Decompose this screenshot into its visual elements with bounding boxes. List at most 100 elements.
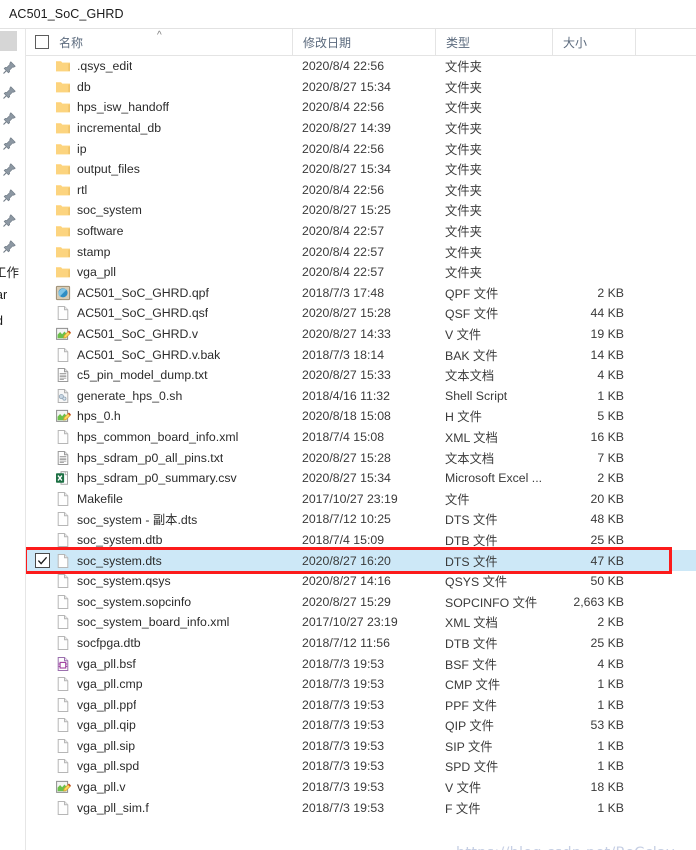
table-row[interactable]: AC501_SoC_GHRD.qsf 2020/8/27 15:28 QSF 文件 4… xyxy=(26,303,696,324)
table-row[interactable]: rtl 2020/8/4 22:56 文件夹 xyxy=(26,180,696,201)
table-row[interactable]: hps_0.h 2020/8/18 15:08 H 文件 5 KB xyxy=(26,406,696,427)
row-checkbox[interactable] xyxy=(35,409,50,424)
file-name-cell[interactable]: soc_system xyxy=(26,202,292,218)
file-name-cell[interactable]: soc_system.qsys xyxy=(26,573,292,589)
row-checkbox[interactable] xyxy=(35,59,50,74)
nav-item-clipped[interactable] xyxy=(0,55,25,81)
table-row[interactable]: hps_sdram_p0_all_pins.txt 2020/8/27 15:28… xyxy=(26,447,696,468)
file-name-cell[interactable]: vga_pll.bsf xyxy=(26,656,292,672)
row-checkbox[interactable] xyxy=(35,285,50,300)
column-header-type[interactable]: 类型 xyxy=(435,29,552,55)
table-row[interactable]: hps_isw_handoff 2020/8/4 22:56 文件夹 xyxy=(26,97,696,118)
table-row[interactable]: vga_pll.spd 2018/7/3 19:53 SPD 文件 1 KB xyxy=(26,756,696,777)
row-checkbox[interactable] xyxy=(35,203,50,218)
table-row[interactable]: vga_pll.bsf 2018/7/3 19:53 BSF 文件 4 KB xyxy=(26,653,696,674)
table-row[interactable]: incremental_db 2020/8/27 14:39 文件夹 xyxy=(26,118,696,139)
row-checkbox[interactable] xyxy=(35,780,50,795)
table-row[interactable]: output_files 2020/8/27 15:34 文件夹 xyxy=(26,159,696,180)
table-row[interactable]: vga_pll 2020/8/4 22:57 文件夹 xyxy=(26,262,696,283)
row-checkbox[interactable] xyxy=(35,429,50,444)
nav-item-clipped[interactable] xyxy=(0,80,25,106)
nav-item-clipped[interactable] xyxy=(0,106,25,132)
table-row[interactable]: vga_pll_sim.f 2018/7/3 19:53 F 文件 1 KB xyxy=(26,797,696,818)
file-name-cell[interactable]: vga_pll.ppf xyxy=(26,697,292,713)
file-name-cell[interactable]: vga_pll.spd xyxy=(26,758,292,774)
file-name-cell[interactable]: ip xyxy=(26,141,292,157)
file-name-cell[interactable]: vga_pll_sim.f xyxy=(26,800,292,816)
table-row[interactable]: AC501_SoC_GHRD.qpf 2018/7/3 17:48 QPF 文件 2 … xyxy=(26,283,696,304)
row-checkbox[interactable] xyxy=(35,738,50,753)
file-name-cell[interactable]: AC501_SoC_GHRD.qsf xyxy=(26,305,292,321)
file-name-cell[interactable]: db xyxy=(26,79,292,95)
file-name-cell[interactable]: soc_system_board_info.xml xyxy=(26,614,292,630)
file-name-cell[interactable]: soc_system.dtb xyxy=(26,532,292,548)
nav-item-clipped[interactable] xyxy=(0,234,25,260)
row-checkbox[interactable] xyxy=(35,182,50,197)
table-row[interactable]: AC501_SoC_GHRD.v.bak 2018/7/3 18:14 BAK 文件… xyxy=(26,344,696,365)
table-row[interactable]: soc_system.dts 2020/8/27 16:20 DTS 文件 47 KB xyxy=(26,550,696,571)
row-checkbox[interactable] xyxy=(35,759,50,774)
row-checkbox[interactable] xyxy=(35,553,50,569)
file-name-cell[interactable]: generate_hps_0.sh xyxy=(26,388,292,404)
table-row[interactable]: vga_pll.sip 2018/7/3 19:53 SIP 文件 1 KB xyxy=(26,736,696,757)
file-name-cell[interactable]: vga_pll.cmp xyxy=(26,676,292,692)
table-row[interactable]: AC501_SoC_GHRD.v 2020/8/27 14:33 V 文件 19 KB xyxy=(26,324,696,345)
row-checkbox[interactable] xyxy=(35,121,50,136)
file-name-cell[interactable]: output_files xyxy=(26,161,292,177)
file-name-cell[interactable]: stamp xyxy=(26,244,292,260)
file-name-cell[interactable]: vga_pll.v xyxy=(26,779,292,795)
row-checkbox[interactable] xyxy=(35,512,50,527)
address-bar[interactable]: AC501_SoC_GHRD xyxy=(0,0,696,29)
column-header-name[interactable]: 名称 ^ xyxy=(26,29,292,55)
row-checkbox[interactable] xyxy=(35,244,50,259)
row-checkbox[interactable] xyxy=(35,368,50,383)
row-checkbox[interactable] xyxy=(35,471,50,486)
file-name-cell[interactable]: hps_common_board_info.xml xyxy=(26,429,292,445)
nav-item-clipped[interactable]: 工作 xyxy=(0,259,25,285)
row-checkbox[interactable] xyxy=(35,224,50,239)
file-name-cell[interactable]: incremental_db xyxy=(26,120,292,136)
nav-item-clipped[interactable] xyxy=(0,157,25,183)
column-header-date-modified[interactable]: 修改日期 xyxy=(292,29,435,55)
table-row[interactable]: soc_system.qsys 2020/8/27 14:16 QSYS 文件 50 … xyxy=(26,571,696,592)
table-row[interactable]: soc_system.dtb 2018/7/4 15:09 DTB 文件 25 KB xyxy=(26,530,696,551)
nav-item-clipped[interactable]: d xyxy=(0,311,25,337)
file-name-cell[interactable]: rtl xyxy=(26,182,292,198)
row-checkbox[interactable] xyxy=(35,265,50,280)
file-name-cell[interactable]: vga_pll.qip xyxy=(26,717,292,733)
row-checkbox[interactable] xyxy=(35,162,50,177)
row-checkbox[interactable] xyxy=(35,79,50,94)
table-row[interactable]: ip 2020/8/4 22:56 文件夹 xyxy=(26,138,696,159)
row-checkbox[interactable] xyxy=(35,388,50,403)
select-all-checkbox[interactable] xyxy=(35,35,49,49)
row-checkbox[interactable] xyxy=(35,574,50,589)
row-checkbox[interactable] xyxy=(35,656,50,671)
row-checkbox[interactable] xyxy=(35,306,50,321)
row-checkbox[interactable] xyxy=(35,491,50,506)
row-checkbox[interactable] xyxy=(35,800,50,815)
file-name-cell[interactable]: AC501_SoC_GHRD.v xyxy=(26,326,292,342)
table-row[interactable]: db 2020/8/27 15:34 文件夹 xyxy=(26,77,696,98)
file-name-cell[interactable]: vga_pll.sip xyxy=(26,738,292,754)
nav-item-clipped[interactable] xyxy=(0,131,25,157)
table-row[interactable]: vga_pll.v 2018/7/3 19:53 V 文件 18 KB xyxy=(26,777,696,798)
table-row[interactable]: software 2020/8/4 22:57 文件夹 xyxy=(26,221,696,242)
row-checkbox[interactable] xyxy=(35,697,50,712)
table-row[interactable]: c5_pin_model_dump.txt 2020/8/27 15:33 文本文档… xyxy=(26,365,696,386)
row-checkbox[interactable] xyxy=(35,141,50,156)
table-row[interactable]: generate_hps_0.sh 2018/4/16 11:32 Shell Sc… xyxy=(26,386,696,407)
table-row[interactable]: socfpga.dtb 2018/7/12 11:56 DTB 文件 25 KB xyxy=(26,633,696,654)
row-checkbox[interactable] xyxy=(35,327,50,342)
file-name-cell[interactable]: hps_sdram_p0_all_pins.txt xyxy=(26,450,292,466)
table-row[interactable]: stamp 2020/8/4 22:57 文件夹 xyxy=(26,241,696,262)
file-name-cell[interactable]: c5_pin_model_dump.txt xyxy=(26,367,292,383)
file-name-cell[interactable]: Makefile xyxy=(26,491,292,507)
table-row[interactable]: soc_system_board_info.xml 2017/10/27 23:1… xyxy=(26,612,696,633)
file-name-cell[interactable]: hps_0.h xyxy=(26,408,292,424)
navigation-pane[interactable]: 工作 ar d xyxy=(0,29,26,850)
file-name-cell[interactable]: soc_system - 副本.dts xyxy=(26,510,292,528)
table-row[interactable]: Makefile 2017/10/27 23:19 文件 20 KB xyxy=(26,488,696,509)
row-checkbox[interactable] xyxy=(35,100,50,115)
row-checkbox[interactable] xyxy=(35,347,50,362)
file-name-cell[interactable]: AC501_SoC_GHRD.v.bak xyxy=(26,347,292,363)
